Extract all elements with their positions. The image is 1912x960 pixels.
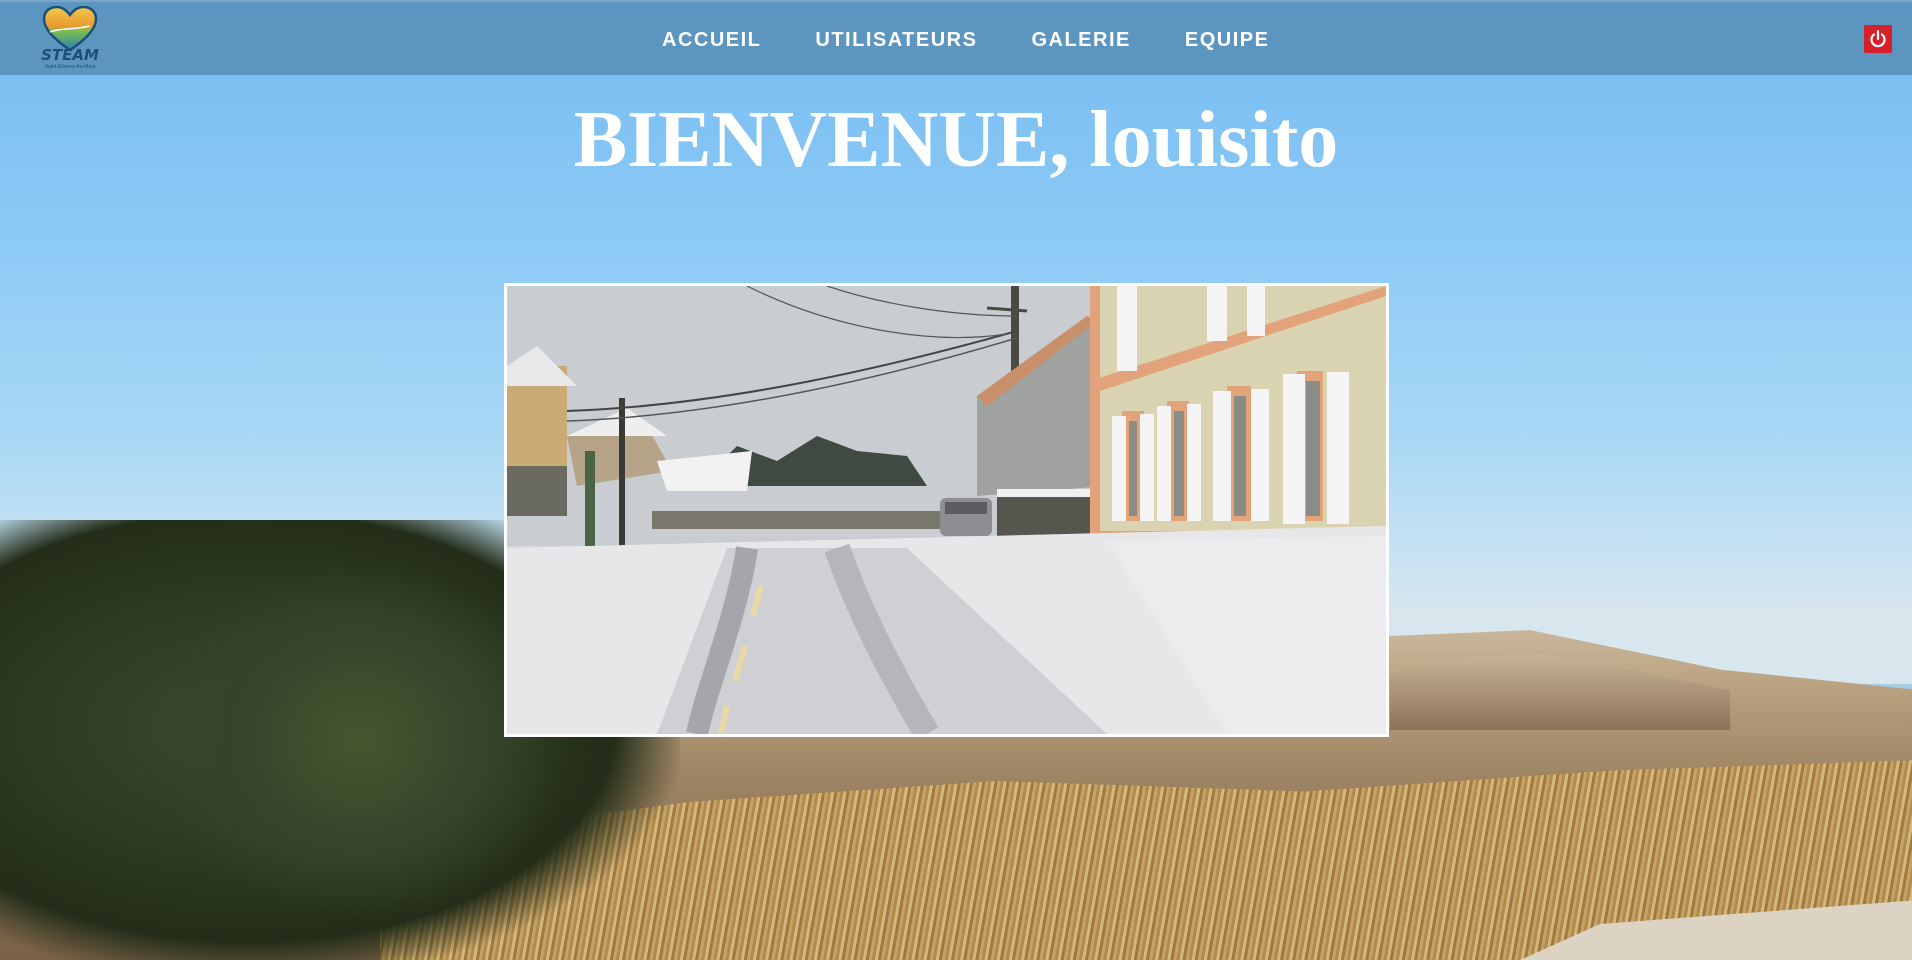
nav-link-utilisateurs[interactable]: UTILISATEURS xyxy=(815,26,977,54)
top-navbar: STEAM Saint-Etienne-Au-Mont ACCUEIL UTIL… xyxy=(0,0,1912,75)
power-icon xyxy=(1870,29,1886,48)
welcome-heading: BIENVENUE, louisito xyxy=(573,96,1339,184)
main-navigation: ACCUEIL UTILISATEURS GALERIE EQUIPE xyxy=(662,26,1323,54)
nav-link-equipe[interactable]: EQUIPE xyxy=(1185,26,1270,54)
logo-text: STEAM xyxy=(41,46,99,64)
nav-link-accueil[interactable]: ACCUEIL xyxy=(662,26,761,54)
logo-subtext: Saint-Etienne-Au-Mont xyxy=(44,64,96,70)
steam-logo[interactable]: STEAM Saint-Etienne-Au-Mont xyxy=(36,6,104,72)
logout-button[interactable] xyxy=(1864,25,1892,53)
snowy-street-photo xyxy=(507,286,1386,734)
nav-link-galerie[interactable]: GALERIE xyxy=(1031,26,1130,54)
featured-photo xyxy=(504,283,1389,737)
page: STEAM Saint-Etienne-Au-Mont ACCUEIL UTIL… xyxy=(0,0,1912,960)
